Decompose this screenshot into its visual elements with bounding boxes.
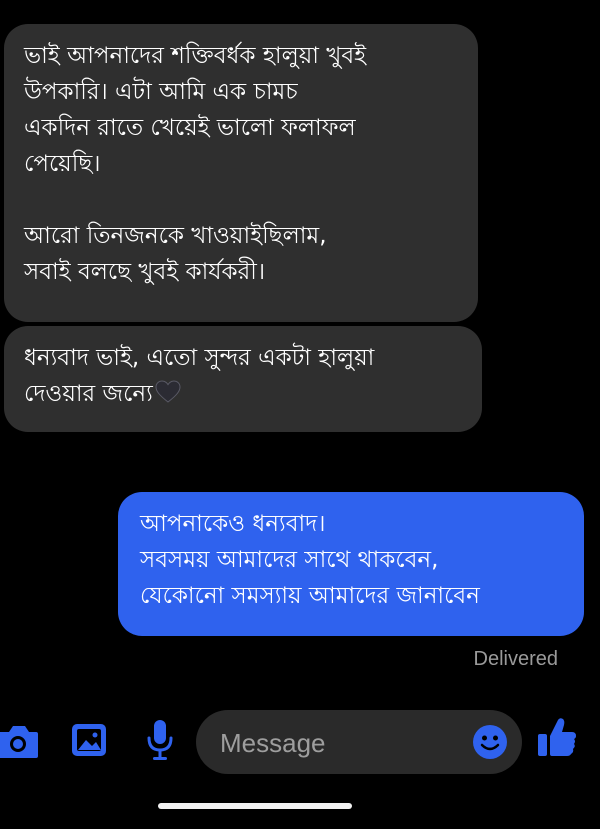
- message-input[interactable]: [218, 710, 462, 776]
- message-text-line: পেয়েছি।: [24, 151, 101, 177]
- gallery-icon[interactable]: [70, 720, 110, 764]
- message-text: দেওয়ার জন্যে: [24, 381, 153, 407]
- incoming-message-bubble[interactable]: ভাই আপনাদের শক্তিবর্ধক হালুয়া খুবই উপকা…: [4, 24, 478, 322]
- message-text-line: একদিন রাতে খেয়েই ভালো ফলাফল: [24, 115, 356, 141]
- message-text-line: ধন্যবাদ ভাই, এতো সুন্দর একটা হালুয়া: [24, 345, 375, 371]
- message-text-line: সবাই বলছে খুবই কার্যকরী।: [24, 259, 266, 285]
- thumbs-up-icon[interactable]: [536, 716, 578, 764]
- message-text-line: সবসময় আমাদের সাথে থাকবেন,: [140, 547, 439, 573]
- message-text-line: উপকারি। এটা আমি এক চামচ: [24, 79, 298, 105]
- mic-icon[interactable]: [144, 718, 176, 766]
- outgoing-message-bubble[interactable]: আপনাকেও ধন্যবাদ। সবসময় আমাদের সাথে থাকব…: [118, 492, 584, 636]
- message-text-line: আপনাকেও ধন্যবাদ।: [140, 511, 326, 537]
- message-composer[interactable]: [196, 710, 522, 776]
- camera-icon[interactable]: [0, 722, 40, 764]
- home-indicator[interactable]: [158, 803, 352, 809]
- message-text-line: আরো তিনজনকে খাওয়াইছিলাম,: [24, 223, 327, 249]
- delivery-status: Delivered: [473, 648, 558, 670]
- black-heart-icon: [155, 379, 181, 415]
- message-text-line: যেকোনো সমস্যায় আমাদের জানাবেন: [140, 583, 480, 609]
- message-text-line: ভাই আপনাদের শক্তিবর্ধক হালুয়া খুবই: [24, 43, 367, 69]
- message-text-line-with-emoji: দেওয়ার জন্যে: [24, 376, 462, 415]
- incoming-message-bubble[interactable]: ধন্যবাদ ভাই, এতো সুন্দর একটা হালুয়া দেও…: [4, 326, 482, 432]
- emoji-icon[interactable]: [472, 724, 508, 764]
